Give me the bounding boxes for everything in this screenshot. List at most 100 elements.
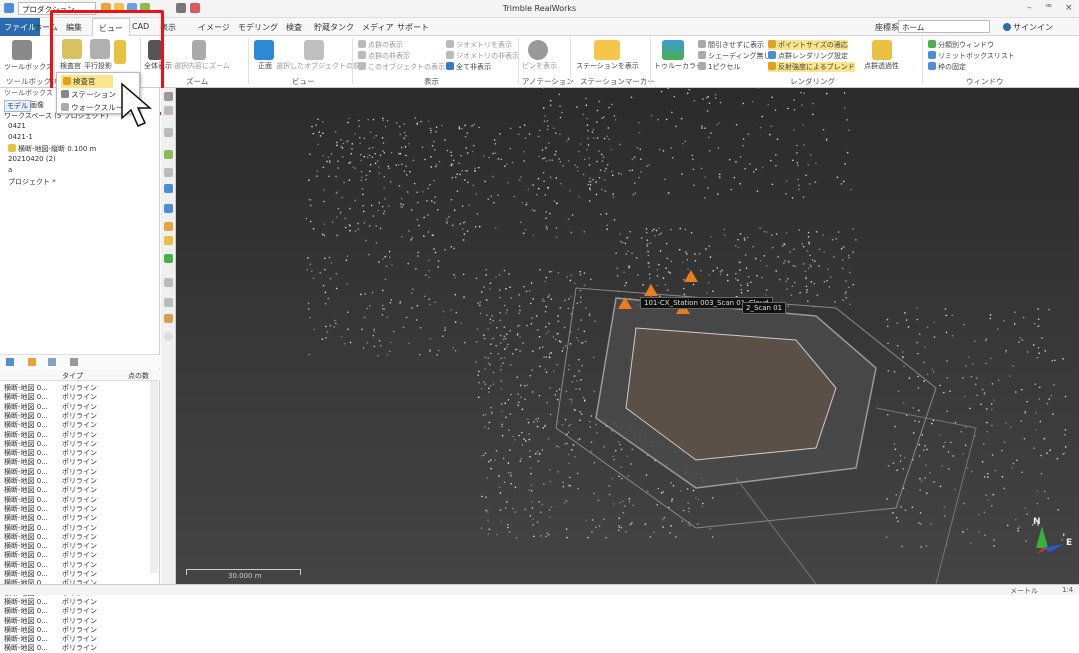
station-button[interactable]: ステーションを表示 <box>576 61 639 71</box>
dropdown-station[interactable]: ステーション <box>61 89 116 100</box>
image-tab[interactable]: 画像 <box>30 100 44 110</box>
toolbox-button[interactable]: ツールボックス <box>4 62 53 72</box>
station-icon[interactable] <box>594 40 620 60</box>
table-row-type: ポリライン <box>62 643 97 653</box>
selected-view-icon[interactable] <box>304 40 324 60</box>
tree-section[interactable]: 横断-地図-縦断 0.100 m <box>8 144 96 154</box>
station-marker-2[interactable] <box>644 284 658 296</box>
scale-label: 30.000 m <box>228 572 262 580</box>
user-icon <box>1003 23 1011 31</box>
view-mode-icon[interactable] <box>48 358 56 366</box>
tab-tank[interactable]: 貯蔵タンク <box>314 22 354 33</box>
layer-icon[interactable] <box>164 254 173 263</box>
tab-media[interactable]: メディア <box>362 22 393 33</box>
point-cloud <box>176 88 1079 584</box>
orbit-icon[interactable] <box>164 128 173 137</box>
tree-0421-1[interactable]: 0421-1 <box>8 133 33 141</box>
cut-icon[interactable] <box>164 204 173 213</box>
rotate-icon[interactable] <box>164 106 173 115</box>
panel-header: ツールボックス <box>4 88 53 98</box>
hide-all[interactable]: 全て非表示 <box>446 62 491 72</box>
group-view: ビュー <box>292 76 315 87</box>
marker-icon[interactable] <box>164 236 173 245</box>
col-type[interactable]: タイプ <box>62 371 83 381</box>
grid-icon[interactable] <box>164 278 173 287</box>
group-zoom: ズーム <box>186 76 208 87</box>
list-icon[interactable] <box>6 358 14 366</box>
tab-image[interactable]: イメージ <box>198 22 230 33</box>
truecolor-button[interactable]: トゥルーカラー <box>654 61 703 71</box>
group-window: ウィンドウ <box>966 76 1004 87</box>
station-marker-3[interactable] <box>684 270 698 282</box>
group-display: 表示 <box>424 76 439 87</box>
minimize-button[interactable]: – <box>1027 3 1032 13</box>
tab-modeling[interactable]: モデリング <box>238 22 278 33</box>
folder-icon <box>8 144 16 152</box>
show-geometry[interactable]: ジオメトリを表示 <box>446 40 512 50</box>
front-view-icon[interactable] <box>254 40 274 60</box>
station-marker-1[interactable] <box>618 297 632 309</box>
circle-icon[interactable] <box>164 332 173 341</box>
render-no-shading[interactable]: シェーディング無し <box>698 51 771 61</box>
cursor-icon[interactable] <box>164 314 173 323</box>
select-icon[interactable] <box>164 150 173 159</box>
dropdown-walkthrough[interactable]: ウォークスルー <box>61 102 123 113</box>
warning-icon[interactable] <box>164 222 173 231</box>
toolbox-icon[interactable] <box>12 40 32 60</box>
render-point-size[interactable]: ポイントサイズの適応 <box>768 40 848 50</box>
close-button[interactable]: × <box>1065 3 1073 13</box>
zoom-selected-icon[interactable] <box>192 40 206 60</box>
fence-icon[interactable] <box>164 168 173 177</box>
zoom-in-icon[interactable] <box>164 298 173 307</box>
table-header: タイプ 点の数 <box>0 369 160 381</box>
truecolor-icon[interactable] <box>662 40 684 60</box>
tree-project[interactable]: プロジェクト * <box>8 177 56 187</box>
transparency-button[interactable]: 点群透過性 <box>864 61 899 71</box>
up-icon[interactable] <box>28 358 36 366</box>
3d-viewport[interactable]: 101-CX_Station 003_Scan 01_Cloud 2_Scan … <box>176 88 1079 584</box>
pan-icon[interactable] <box>164 92 173 101</box>
tree-0421[interactable]: 0421 <box>8 122 26 130</box>
render-1px[interactable]: 1ピクセル <box>698 62 740 72</box>
maximize-button[interactable]: ꟹ <box>1046 3 1052 13</box>
selected-view-button[interactable]: 選択したオブジェクトの前 <box>276 61 360 71</box>
group-annotation: アノテーション <box>522 76 574 87</box>
left-panel: ツールボックス モデル 画像 ワークスペース (5 プロジェクト) 0421 0… <box>0 88 160 588</box>
pin-button[interactable]: ピンを表示 <box>522 61 557 71</box>
render-intensity-blend[interactable]: 反射強度によるブレンド <box>768 62 855 72</box>
panel-toolbar <box>0 354 160 368</box>
tab-support[interactable]: サポート <box>397 22 429 33</box>
scan-label-2: 2_Scan 01 <box>742 302 786 314</box>
coord-select[interactable]: ホーム <box>898 20 990 33</box>
col-count[interactable]: 点の数 <box>128 371 149 381</box>
table-row-name[interactable]: 横断-地図 0... <box>4 643 48 653</box>
road-line <box>736 478 816 584</box>
filter-icon[interactable] <box>70 358 78 366</box>
window-limitbox[interactable]: リミットボックスリスト <box>928 51 1015 61</box>
tree-20210420[interactable]: 20210420 (2) <box>8 155 56 163</box>
hide-cloud[interactable]: 点群の非表示 <box>358 51 410 61</box>
compass-e: E <box>1066 538 1072 548</box>
right-structure <box>876 408 976 584</box>
window-lock[interactable]: 枠の固定 <box>928 62 966 72</box>
render-settings[interactable]: 点群レンダリング設定 <box>768 51 848 61</box>
transparency-icon[interactable] <box>872 40 892 60</box>
show-cloud[interactable]: 点群の表示 <box>358 40 403 50</box>
window-category[interactable]: 分類別ウィンドウ <box>928 40 994 50</box>
show-object[interactable]: このオブジェクトの表示 <box>358 62 445 72</box>
tab-inspection[interactable]: 検査 <box>286 22 302 33</box>
render-no-thin[interactable]: 間引きせずに表示 <box>698 40 764 50</box>
tree-a[interactable]: a <box>8 166 12 174</box>
hide-geometry[interactable]: ジオメトリの非表示 <box>446 51 519 61</box>
front-view-button[interactable]: 正面 <box>258 61 272 71</box>
mouse-cursor <box>118 82 158 128</box>
measure-icon[interactable] <box>164 184 173 193</box>
group-station-marker: ステーションマーカー <box>580 76 655 87</box>
pin-icon[interactable] <box>528 40 548 60</box>
dropdown-inspector[interactable]: 検査官 <box>61 75 113 88</box>
zoom-selected-button[interactable]: 選択内容にズーム <box>174 61 230 71</box>
scrollbar[interactable] <box>150 381 158 573</box>
compass-n: N <box>1033 517 1041 527</box>
group-rendering: レンダリング <box>790 76 835 87</box>
signin-link[interactable]: サインイン <box>1013 22 1053 33</box>
